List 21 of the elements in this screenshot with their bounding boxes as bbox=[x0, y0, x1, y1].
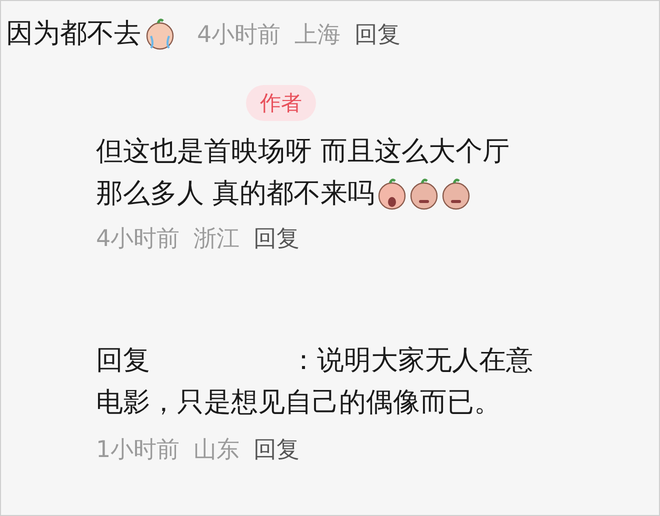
comment-text: 因为都不去 bbox=[6, 17, 141, 51]
sticker-icon bbox=[145, 18, 175, 50]
sticker-icon bbox=[376, 178, 407, 210]
reply-prefix: 回复 bbox=[96, 344, 150, 378]
reply-link[interactable]: 回复 bbox=[254, 223, 300, 254]
location: 山东 bbox=[194, 436, 240, 465]
location: 上海 bbox=[294, 20, 341, 50]
author-badge: 作者 bbox=[246, 85, 316, 121]
location: 浙江 bbox=[194, 225, 240, 254]
timestamp: 1小时前 bbox=[96, 436, 180, 465]
sticker-icon bbox=[408, 178, 439, 210]
reply-link[interactable]: 回复 bbox=[354, 18, 401, 50]
reply-text: 那么多人 真的都不来吗 bbox=[96, 177, 375, 211]
separator: ： bbox=[290, 344, 317, 378]
timestamp: 4小时前 bbox=[96, 225, 180, 254]
reply-text: 说明大家无人在意 bbox=[317, 344, 533, 378]
timestamp: 4小时前 bbox=[197, 20, 281, 50]
reply-text: 电影，只是想见自己的偶像而已。 bbox=[96, 386, 501, 420]
reply-text: 但这也是首映场呀 而且这么大个厅 bbox=[96, 135, 510, 169]
reply-link[interactable]: 回复 bbox=[254, 434, 300, 465]
sticker-icon bbox=[440, 178, 471, 210]
